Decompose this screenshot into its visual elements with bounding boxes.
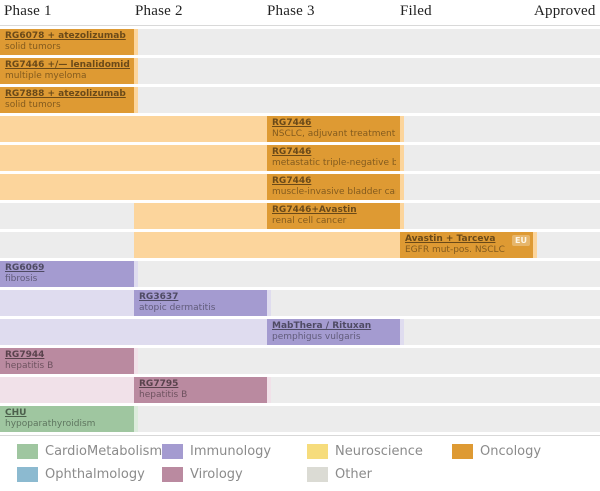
legend-swatch: [307, 467, 328, 482]
indication-label: multiple myeloma: [5, 71, 130, 82]
column-headers: Phase 1 Phase 2 Phase 3 Filed Approved: [0, 0, 600, 26]
pipeline-row: RG7446 NSCLC, adjuvant treatment,...: [0, 116, 600, 142]
indication-label: hypoparathyroidism: [5, 419, 130, 430]
legend-swatch: [17, 467, 38, 482]
legend-swatch: [162, 467, 183, 482]
pipeline-row: RG7446 metastatic triple-negative br...: [0, 145, 600, 171]
pipeline-row: RG7888 + atezolizumab solid tumors: [0, 87, 600, 113]
legend-swatch: [307, 444, 328, 459]
pipeline-item[interactable]: RG3637 atopic dermatitis: [134, 290, 267, 316]
indication-label: solid tumors: [5, 42, 130, 53]
molecule-name[interactable]: CHU: [5, 408, 130, 419]
legend-label: Oncology: [480, 444, 541, 459]
pipeline-item[interactable]: RG7446 NSCLC, adjuvant treatment,...: [267, 116, 400, 142]
legend-row-1: CardioMetabolism Immunology Neuroscience…: [0, 444, 600, 459]
pipeline-row: RG7795 hepatitis B: [0, 377, 600, 403]
molecule-name[interactable]: RG6078 + atezolizumab: [5, 31, 130, 42]
legend-row-2: Ophthalmology Virology Other: [0, 467, 600, 482]
indication-label: EGFR mut-pos. NSCLC: [405, 245, 529, 256]
legend-item: Other: [290, 467, 435, 482]
legend-item: Oncology: [435, 444, 580, 459]
column-header-phase2: Phase 2: [135, 3, 183, 20]
pipeline-row: RG7944 hepatitis B: [0, 348, 600, 374]
pipeline-chart: Phase 1 Phase 2 Phase 3 Filed Approved R…: [0, 0, 600, 491]
pipeline-row: RG6078 + atezolizumab solid tumors: [0, 29, 600, 55]
legend-item: Immunology: [145, 444, 290, 459]
pipeline-item[interactable]: RG7446+Avastin renal cell cancer: [267, 203, 400, 229]
column-header-approved: Approved: [534, 3, 596, 20]
legend-item: Neuroscience: [290, 444, 435, 459]
indication-label: hepatitis B: [5, 361, 130, 372]
legend-label: Immunology: [190, 444, 271, 459]
molecule-name[interactable]: Avastin + Tarceva: [405, 234, 529, 245]
column-header-filed: Filed: [400, 3, 432, 20]
pipeline-item[interactable]: RG7944 hepatitis B: [0, 348, 134, 374]
legend-label: Other: [335, 467, 372, 482]
molecule-name[interactable]: RG7446 +/— lenalidomide: [5, 60, 130, 71]
pipeline-item[interactable]: RG7795 hepatitis B: [134, 377, 267, 403]
region-badge: EU: [512, 235, 530, 246]
molecule-name[interactable]: MabThera / Rituxan: [272, 321, 396, 332]
pipeline-item[interactable]: RG7446 muscle-invasive bladder can...: [267, 174, 400, 200]
legend-swatch: [17, 444, 38, 459]
legend-label: Virology: [190, 467, 243, 482]
indication-label: NSCLC, adjuvant treatment,...: [272, 129, 396, 140]
indication-label: pemphigus vulgaris: [272, 332, 396, 343]
pipeline-row: RG7446 muscle-invasive bladder can...: [0, 174, 600, 200]
pipeline-row: RG3637 atopic dermatitis: [0, 290, 600, 316]
column-header-phase3: Phase 3: [267, 3, 315, 20]
indication-label: solid tumors: [5, 100, 130, 111]
indication-label: renal cell cancer: [272, 216, 396, 227]
indication-label: atopic dermatitis: [139, 303, 263, 314]
molecule-name[interactable]: RG6069: [5, 263, 130, 274]
pipeline-item[interactable]: Avastin + Tarceva EGFR mut-pos. NSCLC EU: [400, 232, 533, 258]
pipeline-row: CHU hypoparathyroidism: [0, 406, 600, 432]
rows-area: RG6078 + atezolizumab solid tumors RG744…: [0, 29, 600, 432]
pipeline-item[interactable]: RG7888 + atezolizumab solid tumors: [0, 87, 134, 113]
indication-label: metastatic triple-negative br...: [272, 158, 396, 169]
pipeline-item[interactable]: RG6069 fibrosis: [0, 261, 134, 287]
pipeline-item[interactable]: MabThera / Rituxan pemphigus vulgaris: [267, 319, 400, 345]
indication-label: muscle-invasive bladder can...: [272, 187, 396, 198]
legend: CardioMetabolism Immunology Neuroscience…: [0, 435, 600, 482]
column-header-phase1: Phase 1: [4, 3, 52, 20]
legend-item: Virology: [145, 467, 290, 482]
pipeline-item[interactable]: RG7446 metastatic triple-negative br...: [267, 145, 400, 171]
molecule-name[interactable]: RG7446+Avastin: [272, 205, 396, 216]
legend-item: CardioMetabolism: [0, 444, 145, 459]
molecule-name[interactable]: RG3637: [139, 292, 263, 303]
legend-label: Neuroscience: [335, 444, 423, 459]
pipeline-row: MabThera / Rituxan pemphigus vulgaris: [0, 319, 600, 345]
molecule-name[interactable]: RG7446: [272, 147, 396, 158]
legend-swatch: [162, 444, 183, 459]
molecule-name[interactable]: RG7795: [139, 379, 263, 390]
molecule-name[interactable]: RG7944: [5, 350, 130, 361]
molecule-name[interactable]: RG7446: [272, 118, 396, 129]
molecule-name[interactable]: RG7446: [272, 176, 396, 187]
pipeline-row: RG7446+Avastin renal cell cancer: [0, 203, 600, 229]
legend-item: Ophthalmology: [0, 467, 145, 482]
legend-label: Ophthalmology: [45, 467, 145, 482]
pipeline-row: RG6069 fibrosis: [0, 261, 600, 287]
indication-label: fibrosis: [5, 274, 130, 285]
pipeline-item[interactable]: RG6078 + atezolizumab solid tumors: [0, 29, 134, 55]
pipeline-row: Avastin + Tarceva EGFR mut-pos. NSCLC EU: [0, 232, 600, 258]
pipeline-item[interactable]: CHU hypoparathyroidism: [0, 406, 134, 432]
pipeline-item[interactable]: RG7446 +/— lenalidomide multiple myeloma: [0, 58, 134, 84]
indication-label: hepatitis B: [139, 390, 263, 401]
pipeline-row: RG7446 +/— lenalidomide multiple myeloma: [0, 58, 600, 84]
molecule-name[interactable]: RG7888 + atezolizumab: [5, 89, 130, 100]
legend-swatch: [452, 444, 473, 459]
